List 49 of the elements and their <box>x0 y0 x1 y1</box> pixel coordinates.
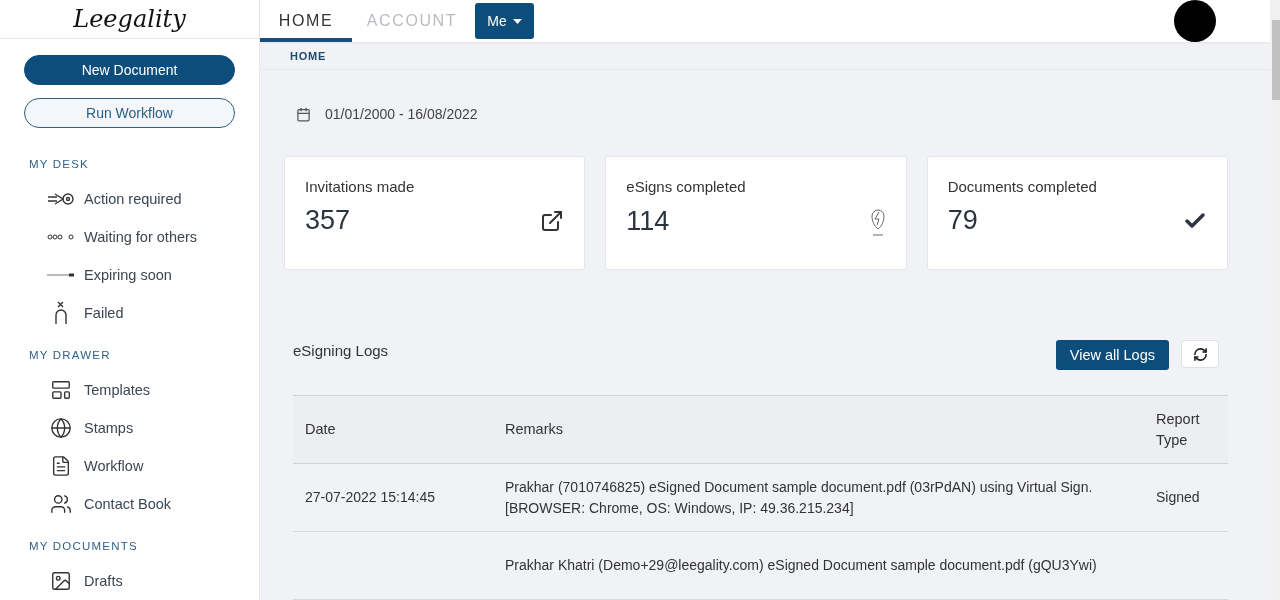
table-cell: 27-07-2022 15:14:45 <box>293 463 493 532</box>
section-title: MY DOCUMENTS <box>29 540 139 552</box>
refresh-button[interactable] <box>1181 340 1219 368</box>
stat-label: Invitations made <box>305 178 416 195</box>
stat-value: 79 <box>947 205 978 236</box>
sidebar-item[interactable]: Waiting for others <box>84 229 198 245</box>
sidebar-item[interactable]: Drafts <box>84 573 123 589</box>
section-title: MY DESK <box>29 158 90 170</box>
stat-value: 357 <box>305 205 351 236</box>
image-icon <box>50 570 72 592</box>
user-menu-button[interactable]: Me <box>475 3 534 39</box>
globe-icon <box>50 417 72 439</box>
caret-icon <box>512 18 522 24</box>
avatar[interactable] <box>1174 0 1216 42</box>
nav-tab[interactable]: HOME <box>260 0 352 43</box>
sidebar-item[interactable]: Action required <box>84 191 182 207</box>
sidebar-item[interactable]: Expiring soon <box>84 267 172 283</box>
column-header: Report Type <box>1144 395 1228 464</box>
stat-label: eSigns completed <box>626 178 747 195</box>
column-header: Remarks <box>493 395 1144 464</box>
external-link-icon <box>540 208 565 233</box>
new-document-button[interactable]: New Document <box>24 55 235 85</box>
section-title: MY DRAWER <box>29 349 112 361</box>
view-all-logs-button[interactable]: View all Logs <box>1055 340 1169 370</box>
document-icon <box>50 455 72 477</box>
sidebar-item[interactable]: Contact Book <box>84 496 172 512</box>
logo: Leegality <box>73 5 186 33</box>
column-header: Date <box>293 395 493 464</box>
breadcrumb[interactable]: HOME <box>260 42 1270 70</box>
line-icon <box>47 273 75 277</box>
stat-label: Documents completed <box>947 178 1098 195</box>
sidebar-item[interactable]: Stamps <box>84 420 134 436</box>
run-workflow-button[interactable]: Run Workflow <box>24 98 235 128</box>
table-cell: Signed <box>1144 463 1228 532</box>
date-range[interactable]: 01/01/2000 - 16/08/2022 <box>325 106 478 122</box>
logs-title: eSigning Logs <box>293 342 389 359</box>
sidebar-item[interactable]: Failed <box>84 305 124 321</box>
table-cell: Prakhar (7010746825) eSigned Document sample document.pdf (03rPdAN) using Virtual Sign. [BROWSER: Chrome, OS: Windows, IP: 49.36.215.234] <box>493 463 1144 532</box>
cross-arch-icon <box>54 301 68 325</box>
dots-icon <box>47 234 75 240</box>
stat-value: 114 <box>626 205 670 237</box>
template-icon <box>50 379 72 401</box>
calendar-icon <box>296 106 311 122</box>
sidebar-item[interactable]: Workflow <box>84 458 144 474</box>
arrow-target-icon <box>47 192 75 206</box>
people-icon <box>50 493 72 515</box>
table-cell: Prakhar Khatri (Demo+29@leegality.com) eSigned Document sample document.pdf (gQU3Ywi) <box>493 531 1144 600</box>
refresh-icon <box>1192 346 1208 362</box>
sidebar-item[interactable]: Templates <box>84 382 151 398</box>
